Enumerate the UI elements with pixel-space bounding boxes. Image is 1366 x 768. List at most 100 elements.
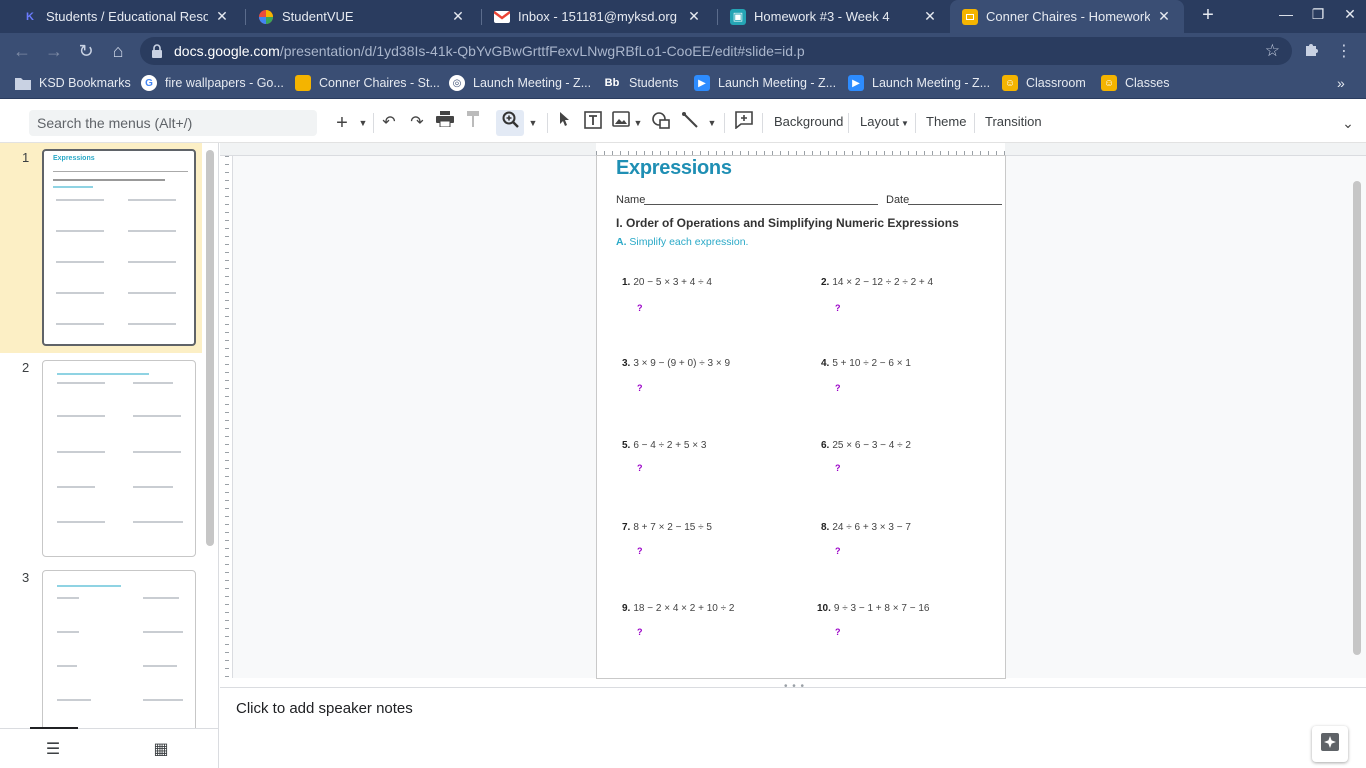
select-cursor-icon[interactable] — [554, 111, 576, 135]
browser-tab-1[interactable]: K Students / Educational Resourc ✕ — [10, 0, 242, 33]
bookmark-ksd[interactable]: KSD Bookmarks — [15, 75, 131, 91]
answer-2[interactable]: ? — [835, 303, 841, 313]
bookmark-conner-slides[interactable]: Conner Chaires - St... — [295, 75, 440, 91]
zoom-icon: ▶ — [694, 75, 710, 91]
bookmark-star-icon[interactable]: ☆ — [1265, 41, 1280, 61]
browser-tab-5-active[interactable]: Conner Chaires - Homework #3 ✕ — [950, 0, 1184, 33]
address-bar[interactable]: docs.google.com/presentation/d/1yd38Is-4… — [140, 37, 1292, 65]
print-icon[interactable] — [434, 111, 456, 135]
problem-1: 1. 20 − 5 × 3 + 4 ÷ 4 — [622, 277, 712, 288]
slide-1-canvas[interactable]: Expressions Name Date I. Order of Operat… — [597, 156, 1005, 678]
bookmark-launch-meeting-3[interactable]: ▶ Launch Meeting - Z... — [848, 75, 990, 91]
minimize-icon[interactable]: — — [1276, 6, 1296, 22]
filmstrip-slide-3[interactable]: 3 — [0, 563, 202, 728]
problem-number: 3. — [622, 358, 631, 369]
bookmark-label: Launch Meeting - Z... — [872, 76, 991, 90]
close-window-icon[interactable]: ✕ — [1340, 6, 1360, 23]
speaker-notes-panel[interactable]: Click to add speaker notes — [220, 687, 1366, 768]
browser-tab-3[interactable]: Inbox - 151181@myksd.org - Ky ✕ — [482, 0, 714, 33]
zoom-magnifier-icon[interactable] — [500, 111, 522, 135]
redo-icon[interactable]: ↷ — [406, 111, 428, 135]
name-line — [644, 204, 878, 205]
filmstrip-slide-1[interactable]: 1 Expressions — [0, 143, 202, 353]
zoom-dropdown-icon[interactable]: ▼ — [527, 111, 539, 135]
close-tab-icon[interactable]: ✕ — [1156, 8, 1172, 25]
search-menus-input[interactable]: Search the menus (Alt+/) — [29, 110, 317, 136]
answer-6[interactable]: ? — [835, 463, 841, 473]
close-tab-icon[interactable]: ✕ — [214, 8, 230, 25]
bookmark-fire-wallpapers[interactable]: G fire wallpapers - Go... — [141, 75, 284, 91]
tab-title: StudentVUE — [282, 9, 354, 24]
line-icon[interactable] — [679, 111, 701, 135]
text-box-icon[interactable] — [582, 111, 604, 135]
theme-button[interactable]: Theme — [926, 114, 966, 129]
problem-number: 4. — [821, 358, 830, 369]
home-icon[interactable]: ⌂ — [107, 40, 129, 62]
bookmark-classes[interactable]: ☺ Classes — [1101, 75, 1169, 91]
close-tab-icon[interactable]: ✕ — [686, 8, 702, 25]
explore-button[interactable] — [1312, 726, 1348, 762]
answer-4[interactable]: ? — [835, 383, 841, 393]
k-logo-icon: K — [26, 10, 34, 23]
bookmark-classroom[interactable]: ☺ Classroom — [1002, 75, 1086, 91]
new-slide-dropdown-icon[interactable]: ▼ — [356, 111, 370, 135]
close-tab-icon[interactable]: ✕ — [450, 8, 466, 25]
back-icon[interactable]: ← — [11, 40, 33, 62]
add-comment-icon[interactable] — [733, 111, 755, 135]
answer-3[interactable]: ? — [637, 383, 643, 393]
answer-7[interactable]: ? — [637, 546, 643, 556]
date-line — [908, 204, 1002, 205]
background-button[interactable]: Background — [774, 114, 843, 129]
collapse-toolbar-chevron-icon[interactable]: ⌄ — [1338, 111, 1358, 135]
problem-expression: 3 × 9 − (9 + 0) ÷ 3 × 9 — [633, 358, 731, 369]
problem-9: 9. 18 − 2 × 4 × 2 + 10 ÷ 2 — [622, 603, 734, 614]
problem-expression: 5 + 10 ÷ 2 − 6 × 1 — [832, 358, 911, 369]
speaker-notes-placeholder[interactable]: Click to add speaker notes — [236, 700, 413, 717]
answer-5[interactable]: ? — [637, 463, 643, 473]
transition-button[interactable]: Transition — [985, 114, 1042, 129]
browser-menu-icon[interactable]: ⋮ — [1334, 41, 1354, 61]
extensions-puzzle-icon[interactable] — [1302, 41, 1322, 62]
answer-8[interactable]: ? — [835, 546, 841, 556]
bookmark-students[interactable]: Bb Students — [603, 75, 679, 91]
new-slide-plus-icon[interactable]: + — [333, 111, 351, 135]
close-tab-icon[interactable]: ✕ — [922, 8, 938, 25]
restore-icon[interactable]: ❐ — [1308, 6, 1328, 23]
insert-image-icon[interactable] — [610, 111, 632, 135]
undo-icon[interactable]: ↶ — [378, 111, 400, 135]
problem-2: 2. 14 × 2 − 12 ÷ 2 ÷ 2 + 4 — [821, 277, 933, 288]
zoom-icon: ▶ — [848, 75, 864, 91]
answer-9[interactable]: ? — [637, 627, 643, 637]
answer-10[interactable]: ? — [835, 627, 841, 637]
browser-tab-4[interactable]: ▣ Homework #3 - Week 4 ✕ — [718, 0, 950, 33]
grid-view-icon[interactable]: ▦ — [146, 739, 176, 759]
filmstrip-scrollbar[interactable] — [206, 150, 214, 546]
forward-icon[interactable]: → — [43, 40, 65, 62]
slide-thumbnail[interactable] — [42, 360, 196, 557]
filmstrip-slide-2[interactable]: 2 — [0, 353, 202, 563]
slide-thumbnail[interactable]: Expressions — [42, 149, 196, 346]
canvas-scrollbar[interactable] — [1353, 181, 1361, 655]
browser-tab-2[interactable]: StudentVUE ✕ — [246, 0, 478, 33]
shape-icon[interactable] — [650, 111, 672, 135]
image-dropdown-icon[interactable]: ▼ — [633, 111, 643, 135]
bookmark-launch-meeting-1[interactable]: ◎ Launch Meeting - Z... — [449, 75, 591, 91]
more-bookmarks-chevron-icon[interactable]: » — [1337, 75, 1345, 91]
blackboard-icon: Bb — [604, 77, 620, 89]
slide-thumbnail[interactable] — [42, 570, 196, 728]
studentvue-icon — [258, 9, 274, 25]
reload-icon[interactable]: ↻ — [75, 40, 97, 62]
bookmark-launch-meeting-2[interactable]: ▶ Launch Meeting - Z... — [694, 75, 836, 91]
line-dropdown-icon[interactable]: ▼ — [707, 111, 717, 135]
tab-title: Homework #3 - Week 4 — [754, 9, 890, 24]
paint-format-icon[interactable] — [463, 111, 485, 135]
filmstrip-view-icon[interactable]: ☰ — [30, 727, 78, 759]
toolbar-divider — [848, 113, 849, 133]
answer-1[interactable]: ? — [637, 303, 643, 313]
layout-button[interactable]: Layout ▼ — [860, 114, 909, 129]
new-tab-button[interactable]: + — [1196, 4, 1220, 28]
problem-10: 10. 9 ÷ 3 − 1 + 8 × 7 − 16 — [817, 603, 929, 614]
toolbar-divider — [762, 113, 763, 133]
bookmark-label: Students — [629, 76, 679, 90]
slide-filmstrip: 1 Expressions 2 3 — [0, 143, 219, 728]
